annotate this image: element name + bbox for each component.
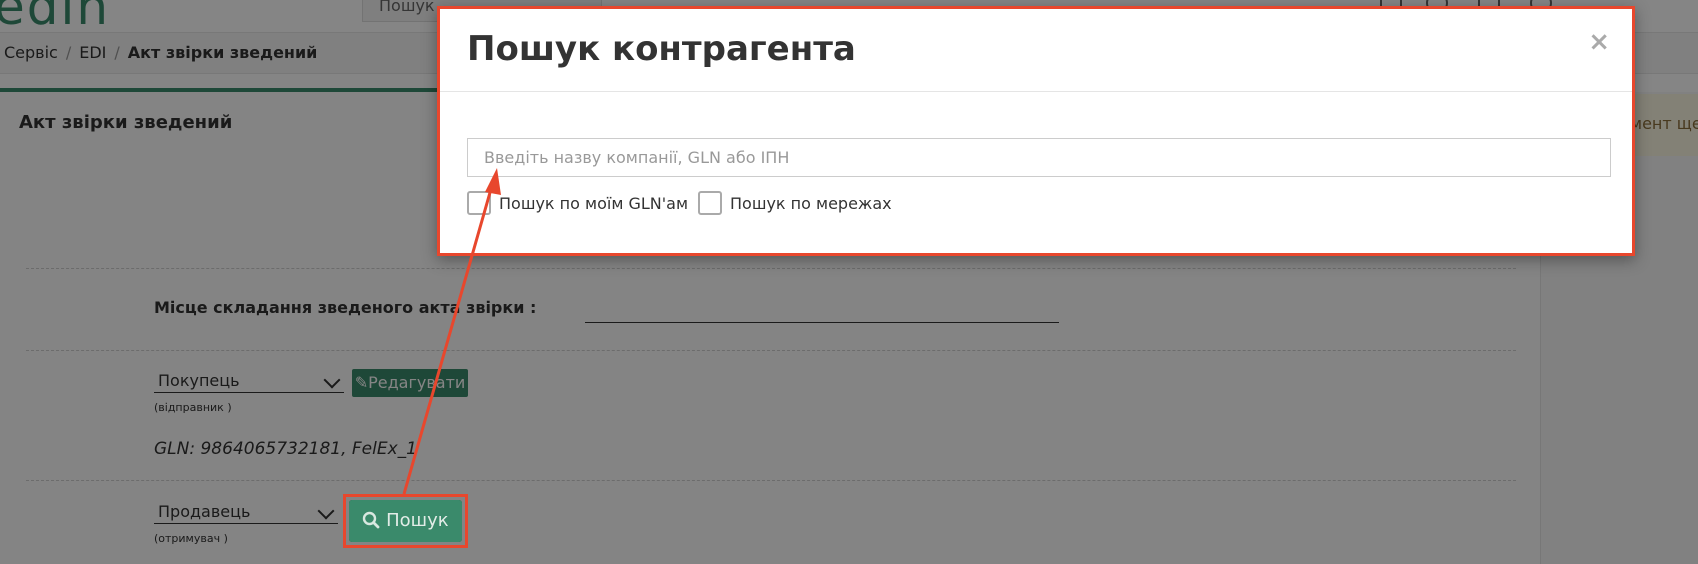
checkbox-my-gln-label: Пошук по моїм GLN'ам (499, 193, 689, 213)
checkbox-networks[interactable]: Пошук по мережах (698, 189, 892, 217)
checkbox-networks-label: Пошук по мережах (730, 193, 892, 213)
search-button-label: Пошук (386, 510, 449, 531)
modal-title: Пошук контрагента (467, 29, 856, 69)
checkbox-my-gln-box[interactable] (467, 191, 491, 215)
close-icon[interactable]: × (1588, 29, 1610, 55)
checkbox-networks-box[interactable] (698, 191, 722, 215)
search-icon (362, 510, 386, 531)
modal-header: Пошук контрагента × (440, 9, 1632, 92)
search-counterparty-button-highlighted[interactable]: Пошук (349, 500, 462, 542)
counterparty-search-modal: Пошук контрагента × Пошук по моїм GLN'ам… (437, 6, 1635, 256)
counterparty-search-input[interactable] (467, 138, 1611, 177)
checkbox-my-gln[interactable]: Пошук по моїм GLN'ам (467, 189, 688, 217)
